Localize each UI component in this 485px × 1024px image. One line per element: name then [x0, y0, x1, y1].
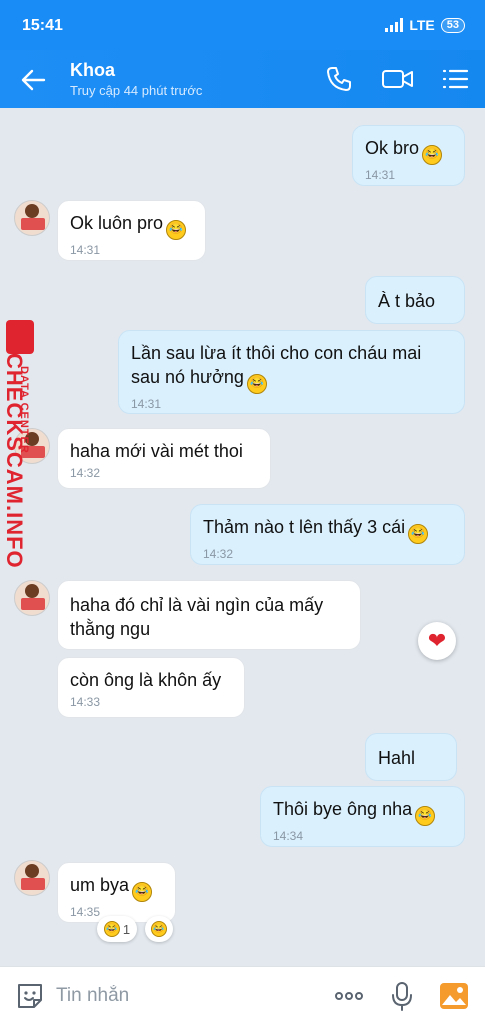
message-bubble[interactable]: À t bảo [365, 276, 465, 324]
message-time: 14:34 [273, 829, 304, 843]
message-text: Ok bro 😂 [365, 136, 452, 165]
more-options-icon[interactable] [333, 980, 365, 1012]
message-bubble[interactable]: Thảm nào t lên thấy 3 cái 😂 14:32 [190, 504, 465, 565]
laugh-cry-emoji-icon: 😂 [408, 524, 429, 544]
message-time: 14:32 [70, 466, 101, 480]
contact-name[interactable]: Khoa [70, 60, 115, 81]
phone-icon[interactable] [324, 64, 354, 94]
status-time: 15:41 [22, 17, 63, 34]
message-bubble[interactable]: Thôi bye ông nha 😂 14:34 [260, 786, 465, 847]
message-composer [0, 966, 485, 1024]
watermark: DATA CENTER CHECKSCAM.INFO [2, 320, 42, 650]
message-text: Lần sau lừa ít thôi cho con cháu mai sau… [131, 341, 452, 394]
status-bar: 15:41 LTE 53 [0, 0, 485, 50]
message-text: Hahl [378, 748, 416, 768]
microphone-icon[interactable] [386, 980, 418, 1012]
message-time: 14:32 [203, 547, 234, 561]
message-bubble[interactable]: còn ông là khôn ấy 14:33 [57, 657, 245, 718]
signal-icon [385, 18, 404, 32]
back-arrow-icon[interactable] [18, 65, 48, 95]
chat-area[interactable]: Ok bro 😂 14:31 Ok luôn pro 😂 14:31 À t bảo… [0, 108, 485, 966]
message-text: Ok luôn pro 😂 [70, 211, 193, 240]
avatar[interactable] [14, 200, 50, 236]
heart-reaction-icon[interactable]: ❤ [418, 622, 456, 660]
message-bubble[interactable]: haha mới vài mét thoi 14:32 [57, 428, 271, 489]
reaction-count: 1 [122, 921, 131, 937]
message-bubble[interactable]: haha đó chỉ là vài ngìn của mấy thằng ng… [57, 580, 361, 650]
message-time: 14:31 [70, 243, 101, 257]
message-text: Thôi bye ông nha 😂 [273, 797, 452, 826]
message-bubble[interactable]: Hahl [365, 733, 457, 781]
laugh-cry-emoji-icon: 😂 [166, 220, 187, 240]
lock-icon [6, 320, 34, 354]
laugh-cry-emoji-icon: 😂 [103, 921, 120, 937]
video-call-icon[interactable] [381, 64, 415, 94]
message-time: 14:31 [365, 168, 396, 182]
watermark-big-text: CHECKSCAM.INFO [2, 353, 27, 569]
laugh-cry-emoji-icon: 😂 [151, 921, 167, 937]
message-bubble[interactable]: um bya 😂 14:35 [57, 862, 176, 923]
image-gallery-icon[interactable] [438, 980, 470, 1012]
laugh-cry-emoji-icon: 😂 [246, 374, 267, 394]
message-bubble[interactable]: Ok bro 😂 14:31 [352, 125, 465, 186]
menu-list-icon[interactable] [440, 64, 470, 94]
message-text: um bya 😂 [70, 873, 163, 902]
message-bubble[interactable]: Lần sau lừa ít thôi cho con cháu mai sau… [118, 330, 465, 414]
message-text: haha đó chỉ là vài ngìn của mấy thằng ng… [70, 595, 324, 639]
status-icons: LTE 53 [385, 17, 465, 33]
message-text: À t bảo [378, 291, 436, 311]
message-text: còn ông là khôn ấy [70, 670, 222, 690]
avatar[interactable] [14, 860, 50, 896]
laugh-cry-emoji-icon: 😂 [132, 882, 153, 902]
reaction-summary[interactable]: 😂 1 [97, 916, 137, 942]
message-text: haha mới vài mét thoi [70, 441, 243, 461]
network-type: LTE [409, 17, 435, 33]
message-input[interactable] [56, 981, 306, 1011]
contact-last-seen: Truy cập 44 phút trước [70, 83, 203, 98]
message-time: 14:31 [131, 397, 162, 411]
chat-header: Khoa Truy cập 44 phút trước [0, 50, 485, 108]
laugh-cry-emoji-icon: 😂 [415, 806, 436, 826]
battery-icon: 53 [440, 17, 465, 33]
add-reaction-button[interactable]: 😂 [145, 916, 173, 942]
message-time: 14:33 [70, 695, 101, 709]
message-bubble[interactable]: Ok luôn pro 😂 14:31 [57, 200, 206, 261]
message-text: Thảm nào t lên thấy 3 cái 😂 [203, 515, 452, 544]
laugh-cry-emoji-icon: 😂 [422, 145, 443, 165]
sticker-icon[interactable] [14, 980, 46, 1012]
